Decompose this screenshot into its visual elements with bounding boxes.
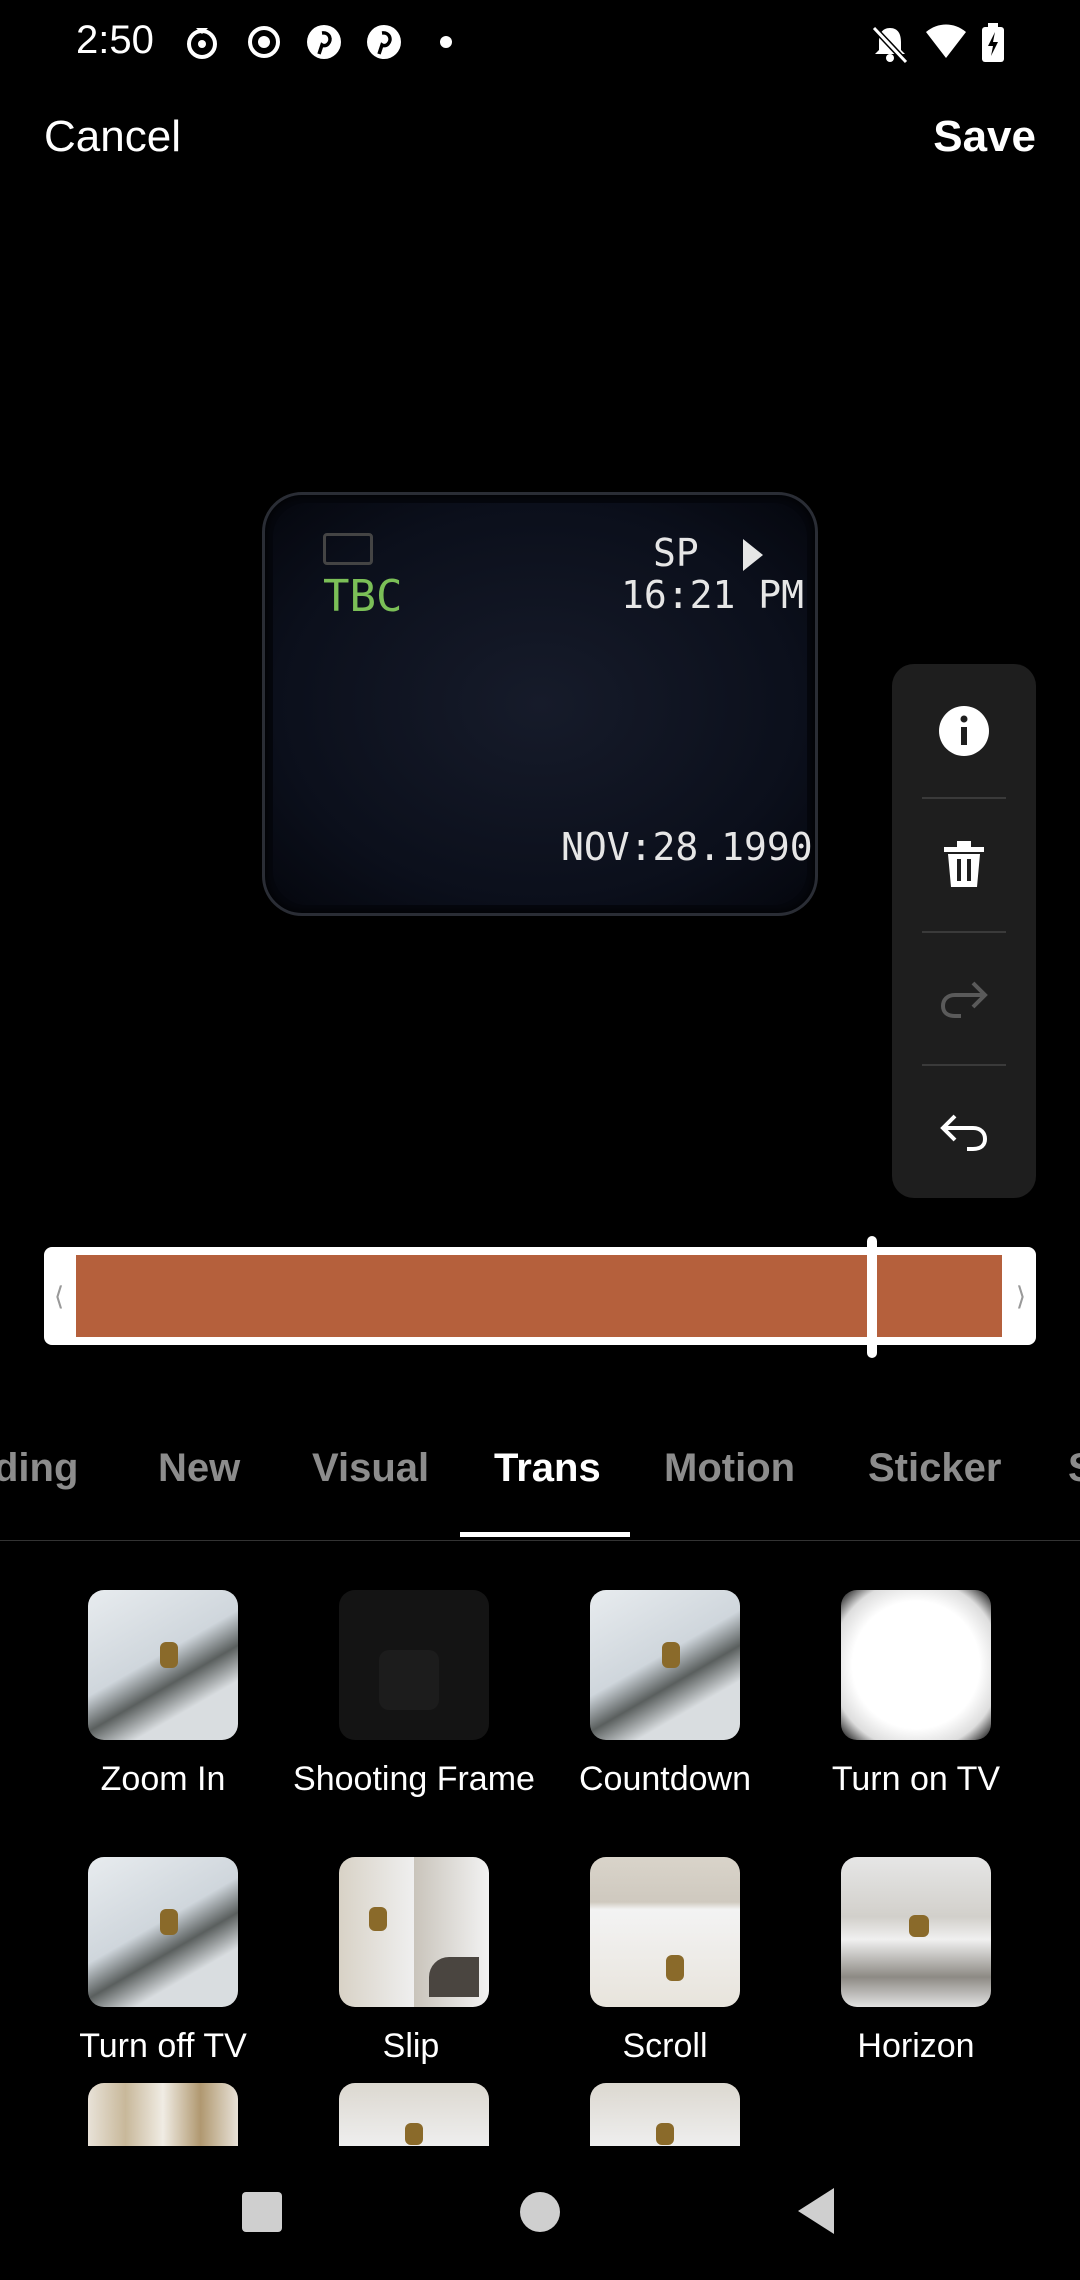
tape-icon — [323, 533, 373, 565]
clip-strip[interactable] — [76, 1255, 1002, 1337]
effect-label-slip: Slip — [382, 2027, 440, 2065]
active-tab-indicator — [460, 1532, 630, 1537]
tab-visual[interactable]: Visual — [312, 1446, 429, 1491]
battery-charging-icon — [982, 23, 1004, 62]
vhs-screen: TBC SP 16:21 PM NOV:28.1990 — [273, 503, 813, 905]
video-preview[interactable]: TBC SP 16:21 PM NOV:28.1990 — [262, 492, 818, 916]
undo-button[interactable] — [892, 1065, 1036, 1198]
effect-thumb-countdown[interactable] — [590, 1590, 740, 1740]
effect-thumb-turn-off-tv[interactable] — [88, 1857, 238, 2007]
redo-icon — [940, 981, 988, 1018]
vhs-tbc-label: TBC — [323, 571, 403, 622]
effect-label-turn-off-tv: Turn off TV — [79, 2027, 247, 2065]
effect-thumb-row3-3[interactable] — [590, 2083, 740, 2148]
effect-thumb-turn-on-tv[interactable] — [841, 1590, 991, 1740]
status-time: 2:50 — [76, 18, 154, 62]
effect-category-tabs: ding New Visual Trans Motion Sticker S — [0, 1414, 1080, 1541]
effect-thumb-zoom-in[interactable] — [88, 1590, 238, 1740]
effect-thumb-row3-2[interactable] — [339, 2083, 489, 2148]
effect-thumb-horizon[interactable] — [841, 1857, 991, 2007]
undo-icon — [940, 1114, 988, 1151]
tab-new[interactable]: New — [158, 1446, 240, 1491]
effect-label-scroll: Scroll — [622, 2027, 708, 2065]
vhs-sp-label: SP — [653, 531, 699, 575]
effect-label-horizon: Horizon — [857, 2027, 975, 2065]
timeline-track[interactable]: ⟨ ⟩ — [44, 1247, 1036, 1345]
sync-notification-icon — [187, 28, 217, 59]
cancel-button[interactable]: Cancel — [44, 112, 181, 162]
effect-label-shooting-frame: Shooting Frame — [293, 1760, 535, 1798]
trim-end-handle[interactable]: ⟩ — [1016, 1281, 1026, 1312]
back-icon[interactable] — [796, 2186, 836, 2236]
vhs-clock: 16:21 PM — [621, 573, 805, 617]
delete-button[interactable] — [892, 798, 1036, 931]
save-button[interactable]: Save — [933, 112, 1036, 162]
pinterest-notification-icon — [307, 25, 341, 59]
info-icon — [939, 705, 989, 756]
redo-button[interactable] — [892, 932, 1036, 1065]
tab-trans[interactable]: Trans — [494, 1446, 601, 1491]
effect-label-turn-on-tv: Turn on TV — [831, 1760, 1001, 1798]
effect-thumb-slip[interactable] — [339, 1857, 489, 2007]
effect-thumb-scroll[interactable] — [590, 1857, 740, 2007]
tab-trending[interactable]: ding — [0, 1446, 78, 1491]
effect-thumb-row3-1[interactable] — [88, 2083, 238, 2148]
playhead[interactable] — [867, 1236, 878, 1358]
notifications-muted-icon — [871, 25, 909, 65]
trash-icon — [944, 840, 984, 887]
tab-sticker[interactable]: Sticker — [868, 1446, 1001, 1491]
vhs-date: NOV:28.1990 — [561, 825, 813, 869]
tab-more[interactable]: S — [1068, 1446, 1080, 1491]
trim-start-handle[interactable]: ⟨ — [54, 1281, 64, 1312]
info-button[interactable] — [892, 664, 1036, 797]
effect-label-countdown: Countdown — [578, 1760, 751, 1798]
edit-tools-panel — [892, 664, 1036, 1198]
play-icon — [743, 539, 763, 571]
system-navigation-bar — [0, 2146, 1080, 2280]
effect-label-zoom-in: Zoom In — [100, 1760, 226, 1798]
record-notification-icon — [248, 26, 280, 58]
pinterest-notification-icon — [367, 25, 401, 59]
more-notifications-dot-icon — [440, 36, 452, 48]
tab-motion[interactable]: Motion — [664, 1446, 795, 1491]
home-icon[interactable] — [518, 2190, 562, 2234]
wifi-icon — [926, 24, 966, 58]
recents-icon[interactable] — [240, 2190, 284, 2234]
status-bar: 2:50 — [0, 0, 1080, 84]
effect-thumb-shooting-frame[interactable] — [339, 1590, 489, 1740]
